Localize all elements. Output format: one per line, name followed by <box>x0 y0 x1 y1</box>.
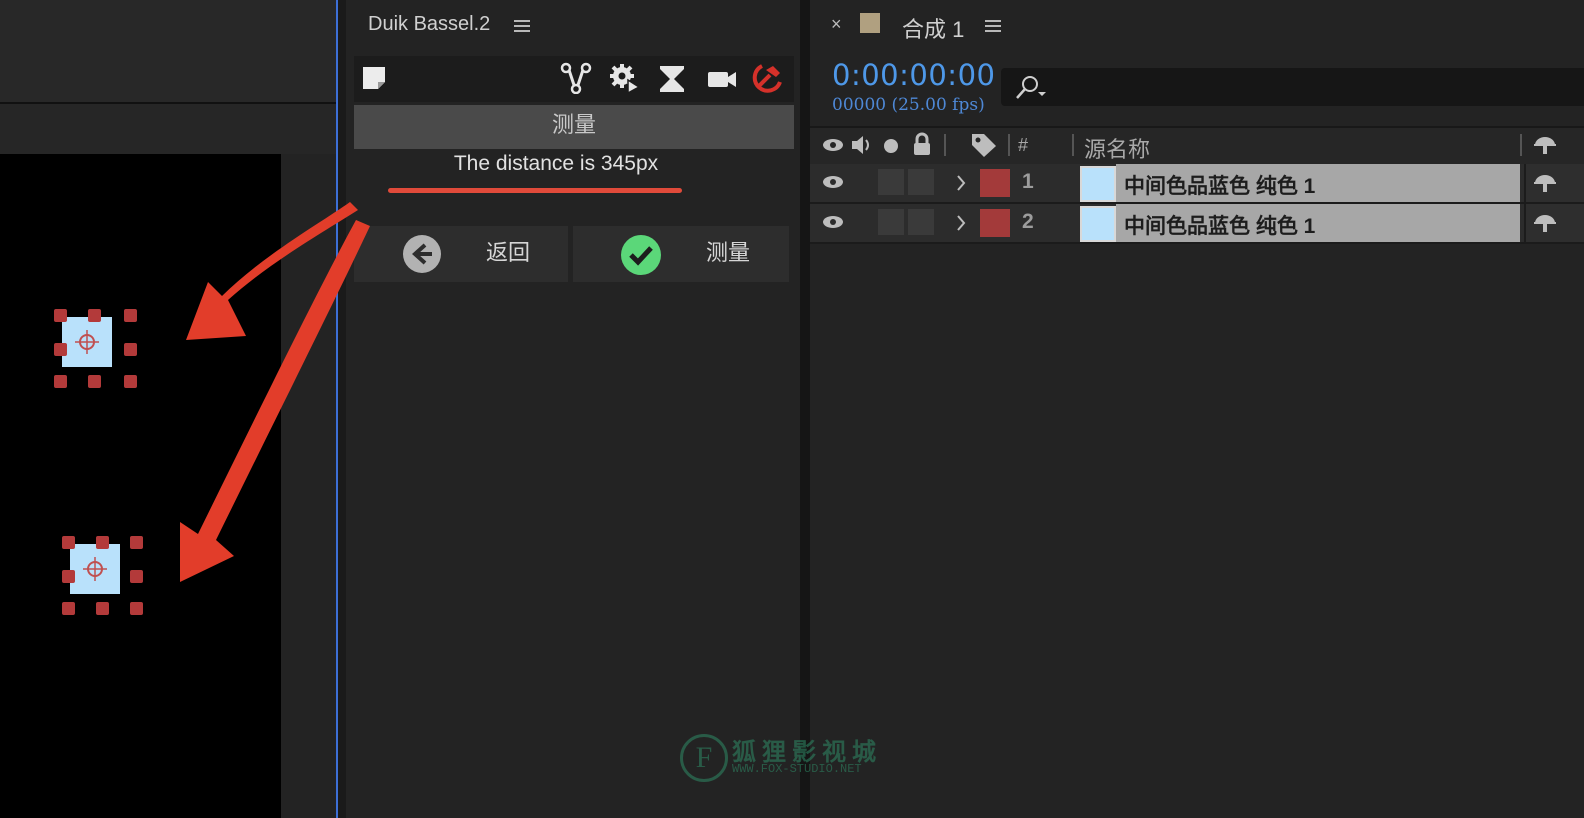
composition-viewer <box>0 0 336 818</box>
timeline-panel: × 合成 1 0:00:00:00 00000 (25.00 fps) # 源名… <box>810 0 1584 818</box>
lock-switch[interactable] <box>908 209 934 235</box>
transform-handle[interactable] <box>62 536 75 549</box>
duik-toolbar <box>354 56 794 102</box>
transform-handle[interactable] <box>130 570 143 583</box>
transform-handle[interactable] <box>88 309 101 322</box>
watermark: F 狐狸影视城 WWW.FOX-STUDIO.NET <box>680 730 910 786</box>
shy-switch-icon[interactable] <box>1532 212 1558 234</box>
column-separator[interactable] <box>1008 134 1010 156</box>
solid-layer-1-bounds[interactable] <box>54 309 137 388</box>
layer-number: 1 <box>1022 170 1034 193</box>
composition-tab[interactable]: 合成 1 <box>902 12 964 44</box>
solid-thumbnail <box>1080 206 1116 242</box>
hourglass-icon[interactable] <box>657 64 687 94</box>
back-button-label: 返回 <box>486 240 531 265</box>
frame-rate-display: 00000 (25.00 fps) <box>832 95 985 115</box>
expand-chevron-icon[interactable] <box>955 214 967 232</box>
layer-name-cell[interactable]: 中间色品蓝色 纯色 1 <box>1116 204 1520 242</box>
transform-handle[interactable] <box>54 375 67 388</box>
automation-gear-icon[interactable] <box>608 62 640 94</box>
transform-handle[interactable] <box>88 375 101 388</box>
layer-row[interactable]: 1 中间色品蓝色 纯色 1 <box>810 164 1584 204</box>
measure-button-label: 测量 <box>706 240 751 265</box>
viewer-toolbar <box>0 0 336 104</box>
lock-icon[interactable] <box>912 132 932 156</box>
layer-name: 中间色品蓝色 纯色 1 <box>1124 175 1316 198</box>
layer-label-color[interactable] <box>980 209 1010 237</box>
layer-number: 2 <box>1022 210 1034 233</box>
label-tag-icon[interactable] <box>970 132 998 158</box>
duik-panel: Duik Bassel.2 测量 The distance is 345px 返… <box>346 0 800 818</box>
transform-handle[interactable] <box>54 309 67 322</box>
transform-handle[interactable] <box>54 343 67 356</box>
watermark-logo: F <box>680 734 728 782</box>
panel-menu-icon[interactable] <box>514 20 530 32</box>
viewer-tab-bar <box>0 104 336 154</box>
back-button[interactable]: 返回 <box>354 226 568 282</box>
section-title: 测量 <box>354 105 794 149</box>
transform-handle[interactable] <box>130 602 143 615</box>
layer-search-input[interactable] <box>1001 68 1584 106</box>
solo-icon[interactable] <box>884 139 898 153</box>
anchor-point-icon[interactable] <box>73 328 101 356</box>
transform-handle[interactable] <box>62 570 75 583</box>
watermark-url: WWW.FOX-STUDIO.NET <box>732 762 862 776</box>
transform-handle[interactable] <box>130 536 143 549</box>
layer-label-color[interactable] <box>980 169 1010 197</box>
layer-name: 中间色品蓝色 纯色 1 <box>1124 215 1316 238</box>
transform-handle[interactable] <box>124 309 137 322</box>
current-time-display[interactable]: 0:00:00:00 <box>832 58 995 92</box>
lock-switch[interactable] <box>908 169 934 195</box>
audio-icon[interactable] <box>850 134 874 156</box>
column-separator[interactable] <box>1520 134 1522 156</box>
anchor-point-icon[interactable] <box>81 555 109 583</box>
layer-column-headers: # 源名称 <box>810 126 1584 166</box>
solid-layer-2-bounds[interactable] <box>62 536 143 615</box>
back-arrow-icon <box>403 235 441 273</box>
hammer-sickle-icon[interactable] <box>752 62 784 94</box>
search-icon <box>1016 76 1046 99</box>
distance-result-text: The distance is 345px <box>453 152 659 175</box>
column-layer-number[interactable]: # <box>1018 135 1028 156</box>
note-icon[interactable] <box>360 64 388 92</box>
solo-switch[interactable] <box>878 169 904 195</box>
camera-icon[interactable] <box>706 64 738 94</box>
checkmark-icon <box>621 235 661 275</box>
column-source-name[interactable]: 源名称 <box>1084 132 1150 164</box>
panel-menu-icon[interactable] <box>985 20 1001 32</box>
measure-button[interactable]: 测量 <box>573 226 789 282</box>
transform-handle[interactable] <box>124 343 137 356</box>
visibility-eye-icon[interactable] <box>822 174 844 190</box>
transform-handle[interactable] <box>124 375 137 388</box>
transform-handle[interactable] <box>96 536 109 549</box>
layer-switches[interactable] <box>1524 204 1584 242</box>
column-separator[interactable] <box>944 134 946 156</box>
panel-divider[interactable] <box>800 0 810 818</box>
panel-divider[interactable] <box>338 0 346 818</box>
expand-chevron-icon[interactable] <box>955 174 967 192</box>
composition-canvas[interactable] <box>0 154 281 818</box>
visibility-eye-icon[interactable] <box>822 214 844 230</box>
shy-switch-icon[interactable] <box>1532 172 1558 194</box>
layer-switches[interactable] <box>1524 164 1584 202</box>
shy-switch-icon[interactable] <box>1532 134 1558 156</box>
annotation-underline <box>388 188 682 193</box>
layer-name-cell[interactable]: 中间色品蓝色 纯色 1 <box>1116 164 1520 202</box>
column-separator[interactable] <box>1072 134 1074 156</box>
video-visibility-icon[interactable] <box>822 137 844 153</box>
panel-title[interactable]: Duik Bassel.2 <box>368 13 490 36</box>
transform-handle[interactable] <box>62 602 75 615</box>
transform-handle[interactable] <box>96 602 109 615</box>
solo-switch[interactable] <box>878 209 904 235</box>
solid-thumbnail <box>1080 166 1116 202</box>
close-tab-icon[interactable]: × <box>831 14 842 35</box>
composition-icon <box>860 13 880 33</box>
rigging-bones-icon[interactable] <box>560 62 592 94</box>
layer-row[interactable]: 2 中间色品蓝色 纯色 1 <box>810 204 1584 244</box>
